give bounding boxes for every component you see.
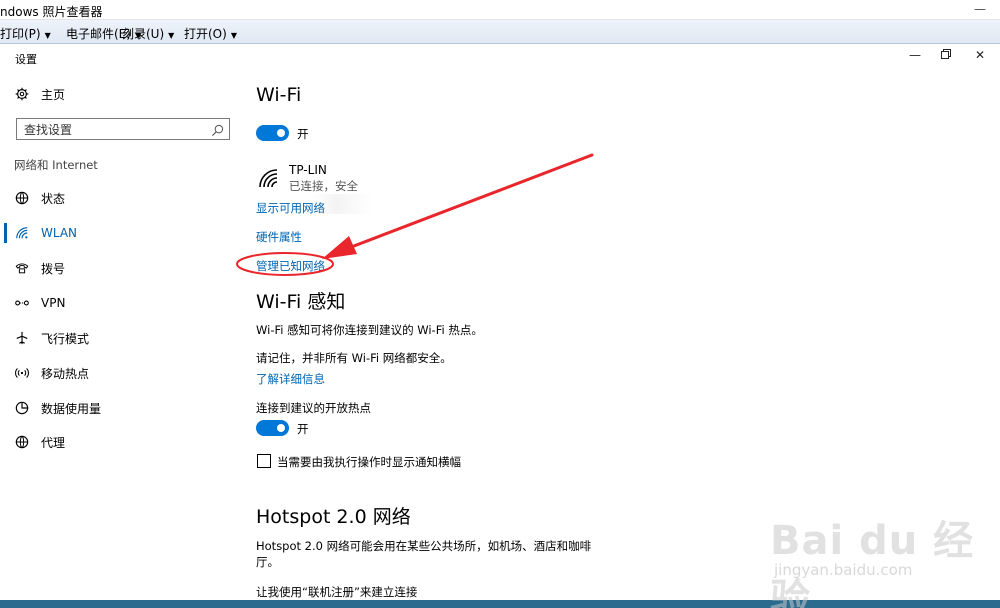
- menu-burn[interactable]: 刻录(U) ▼: [122, 25, 174, 42]
- sidebar-item-dialup[interactable]: 拨号: [14, 257, 65, 279]
- notify-banner-label: 当需要由我执行操作时显示通知横幅: [277, 455, 461, 469]
- manage-known-networks-link[interactable]: 管理已知网络: [256, 258, 325, 274]
- hotspot-description-line1: Hotspot 2.0 网络可能会用在某些公共场所，如机场、酒店和咖啡: [256, 539, 592, 553]
- wifi-heading: Wi-Fi: [256, 84, 302, 106]
- sidebar-item-label: 主页: [41, 87, 66, 102]
- wifi-toggle-label: 开: [297, 127, 309, 141]
- phone-icon: [14, 260, 30, 276]
- vpn-icon: [14, 295, 30, 311]
- active-indicator: [4, 223, 7, 243]
- wifi-sense-description: Wi-Fi 感知可将你连接到建议的 Wi-Fi 热点。: [256, 323, 483, 337]
- menu-open[interactable]: 打开(O) ▼: [184, 25, 237, 42]
- sidebar-item-wlan[interactable]: WLAN: [14, 222, 77, 244]
- hotspot-heading: Hotspot 2.0 网络: [256, 506, 411, 528]
- restore-icon[interactable]: [936, 48, 956, 62]
- sidebar-item-status[interactable]: 状态: [14, 187, 65, 209]
- sidebar-item-label: WLAN: [41, 226, 78, 240]
- connect-suggested-label: 连接到建议的开放热点: [256, 401, 371, 415]
- notify-banner-checkbox[interactable]: [257, 454, 271, 468]
- sidebar-item-data-usage[interactable]: 数据使用量: [14, 397, 101, 419]
- hardware-properties-link[interactable]: 硬件属性: [256, 229, 302, 245]
- chevron-down-icon: ▼: [44, 31, 51, 40]
- wifi-signal-icon: [258, 168, 280, 192]
- settings-title: 设置: [15, 53, 37, 66]
- wifi-toggle[interactable]: [256, 125, 289, 141]
- sidebar-item-airplane[interactable]: 飞行模式: [14, 327, 89, 349]
- wifi-sense-heading: Wi-Fi 感知: [256, 291, 346, 313]
- minimize-icon[interactable]: —: [905, 48, 925, 62]
- wifi-sense-note: 请记住，并非所有 Wi-Fi 网络都安全。: [256, 351, 452, 365]
- gear-icon: [14, 86, 30, 102]
- hotspot-icon: [14, 365, 30, 381]
- sidebar-item-label: 飞行模式: [41, 331, 90, 346]
- airplane-icon: [14, 330, 30, 346]
- sidebar-item-vpn[interactable]: VPN: [14, 292, 65, 314]
- learn-more-link[interactable]: 了解详细信息: [256, 371, 325, 387]
- minimize-icon[interactable]: —: [974, 2, 986, 16]
- network-name[interactable]: TP-LIN: [289, 163, 327, 177]
- close-icon[interactable]: ✕: [970, 48, 990, 62]
- sidebar-item-hotspot[interactable]: 移动热点: [14, 362, 89, 384]
- connect-suggested-toggle-label: 开: [297, 422, 309, 436]
- sidebar-item-label: 状态: [41, 191, 66, 206]
- sidebar-item-label: 代理: [41, 435, 66, 450]
- search-input[interactable]: [17, 120, 197, 140]
- data-usage-icon: [14, 400, 30, 416]
- sidebar-item-label: 拨号: [41, 261, 66, 276]
- sidebar-section-header: 网络和 Internet: [14, 158, 98, 172]
- viewer-titlebar: ndows 照片查看器 —: [0, 0, 1000, 20]
- baidu-watermark: Bai du 经验 jingyan.baidu.com: [770, 508, 990, 608]
- watermark-logo-text: Bai du 经验: [770, 518, 975, 608]
- chevron-down-icon: ▼: [230, 31, 237, 40]
- globe-icon: [14, 434, 30, 450]
- network-status: 已连接，安全: [289, 179, 358, 193]
- connect-suggested-toggle[interactable]: [256, 420, 289, 436]
- show-available-networks-link[interactable]: 显示可用网络: [256, 200, 325, 216]
- sidebar-item-home[interactable]: 主页: [14, 83, 65, 105]
- sidebar-item-label: 数据使用量: [41, 401, 102, 416]
- chevron-down-icon: ▼: [168, 31, 175, 40]
- sidebar-item-proxy[interactable]: 代理: [14, 431, 65, 453]
- wifi-icon: [14, 225, 30, 241]
- viewer-menubar: 打印(P) ▼ 电子邮件(E) ▼ 刻录(U) ▼ 打开(O) ▼: [0, 20, 1000, 44]
- viewer-title: ndows 照片查看器: [0, 5, 103, 19]
- online-signup-label: 让我使用“联机注册”来建立连接: [256, 585, 418, 599]
- sidebar-item-label: 移动热点: [41, 366, 90, 381]
- globe-icon: [14, 190, 30, 206]
- menu-print[interactable]: 打印(P) ▼: [0, 25, 51, 42]
- sidebar-item-label: VPN: [41, 296, 66, 310]
- watermark-url: jingyan.baidu.com: [774, 561, 913, 579]
- search-icon[interactable]: [211, 122, 224, 141]
- hotspot-description-line2: 厅。: [256, 555, 279, 569]
- search-settings-box[interactable]: [16, 118, 230, 140]
